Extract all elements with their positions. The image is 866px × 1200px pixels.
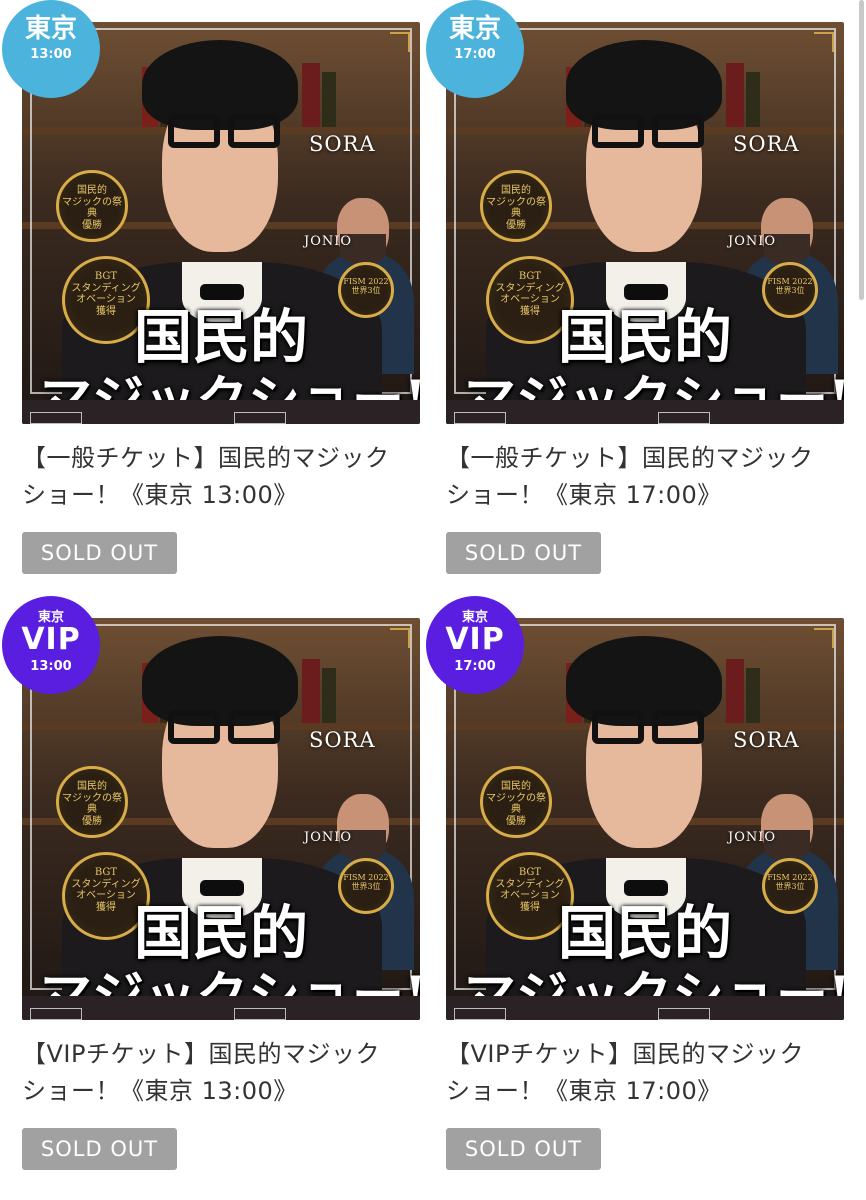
- scrollbar[interactable]: [859, 0, 864, 300]
- product-title[interactable]: 【VIPチケット】国民的マジック ショー！《東京 17:00》: [446, 1036, 866, 1110]
- award-laurel-icon: 国民的 マジックの祭典 優勝: [480, 170, 552, 242]
- badge-location-vip-time: 東京 VIP 13:00: [2, 596, 100, 694]
- sold-out-badge: SOLD OUT: [22, 532, 177, 574]
- badge-location-time: 東京 17:00: [426, 0, 524, 98]
- performer-sub-name: JONIO: [304, 234, 353, 249]
- award-laurel-icon: FISM 2022 世界3位: [338, 858, 394, 914]
- performer-sub-name: JONIO: [304, 830, 353, 845]
- award-laurel-icon: 国民的 マジックの祭典 優勝: [480, 766, 552, 838]
- image-bottom-strip: [446, 400, 844, 424]
- performer-sub-name: JONIO: [728, 234, 777, 249]
- performer-main-name: SORA: [733, 728, 800, 752]
- badge-location-time: 東京 13:00: [2, 0, 100, 98]
- performer-main-name: SORA: [733, 132, 800, 156]
- sold-out-badge: SOLD OUT: [22, 1128, 177, 1170]
- award-laurel-icon: FISM 2022 世界3位: [762, 262, 818, 318]
- award-laurel-icon: 国民的 マジックの祭典 優勝: [56, 170, 128, 242]
- sold-out-badge: SOLD OUT: [446, 1128, 601, 1170]
- product-title[interactable]: 【一般チケット】国民的マジック ショー！《東京 13:00》: [22, 440, 442, 514]
- award-laurel-icon: 国民的 マジックの祭典 優勝: [56, 766, 128, 838]
- product-grid: SORA JONIO 国民的 マジックの祭典 優勝 BGT スタンディング オベーション…: [0, 0, 866, 1200]
- performer-sub-name: JONIO: [728, 830, 777, 845]
- image-bottom-strip: [22, 996, 420, 1020]
- badge-location-vip-time: 東京 VIP 17:00: [426, 596, 524, 694]
- image-bottom-strip: [446, 996, 844, 1020]
- image-bottom-strip: [22, 400, 420, 424]
- performer-main-name: SORA: [309, 132, 376, 156]
- product-title[interactable]: 【VIPチケット】国民的マジック ショー！《東京 13:00》: [22, 1036, 442, 1110]
- performer-main-name: SORA: [309, 728, 376, 752]
- sold-out-badge: SOLD OUT: [446, 532, 601, 574]
- award-laurel-icon: FISM 2022 世界3位: [338, 262, 394, 318]
- product-title[interactable]: 【一般チケット】国民的マジック ショー！《東京 17:00》: [446, 440, 866, 514]
- award-laurel-icon: FISM 2022 世界3位: [762, 858, 818, 914]
